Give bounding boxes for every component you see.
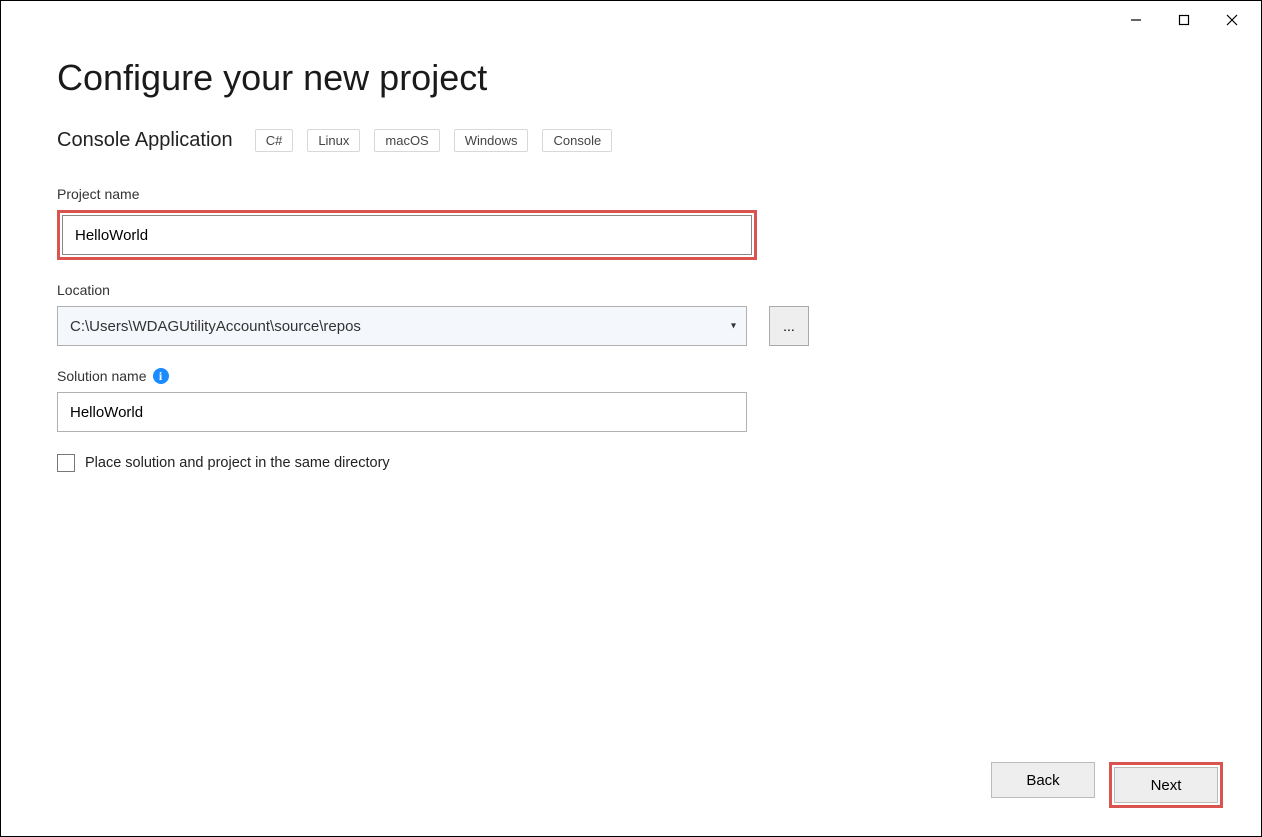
project-name-highlight — [57, 210, 757, 260]
maximize-button[interactable] — [1169, 9, 1199, 31]
next-button[interactable]: Next — [1114, 767, 1218, 803]
minimize-button[interactable] — [1121, 9, 1151, 31]
solution-name-label: Solution name — [57, 368, 147, 384]
tag-csharp: C# — [255, 129, 294, 152]
footer: Back Next — [991, 762, 1223, 808]
close-button[interactable] — [1217, 9, 1247, 31]
template-row: Console Application C# Linux macOS Windo… — [57, 129, 1205, 152]
location-label: Location — [57, 282, 1205, 298]
solution-name-input[interactable] — [57, 392, 747, 432]
close-icon — [1226, 14, 1238, 26]
tag-windows: Windows — [454, 129, 529, 152]
tag-linux: Linux — [307, 129, 360, 152]
same-directory-label: Place solution and project in the same d… — [85, 455, 390, 471]
tag-macos: macOS — [374, 129, 439, 152]
next-highlight: Next — [1109, 762, 1223, 808]
project-name-label: Project name — [57, 186, 1205, 202]
page-title: Configure your new project — [57, 57, 1205, 99]
location-combo[interactable]: C:\Users\WDAGUtilityAccount\source\repos… — [57, 306, 747, 346]
browse-button[interactable]: ... — [769, 306, 809, 346]
back-button[interactable]: Back — [991, 762, 1095, 798]
maximize-icon — [1178, 14, 1190, 26]
location-value: C:\Users\WDAGUtilityAccount\source\repos — [70, 318, 361, 335]
window-titlebar — [1107, 1, 1261, 39]
template-name: Console Application — [57, 129, 233, 152]
same-directory-checkbox[interactable] — [57, 454, 75, 472]
chevron-down-icon: ▾ — [731, 321, 736, 332]
minimize-icon — [1130, 14, 1142, 26]
info-icon[interactable]: i — [153, 368, 169, 384]
project-name-input[interactable] — [62, 215, 752, 255]
tag-console: Console — [542, 129, 612, 152]
